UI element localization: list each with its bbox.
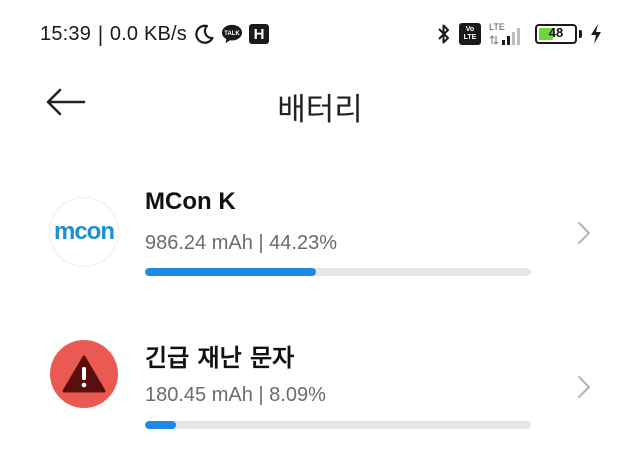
chevron-right-icon [578, 376, 590, 398]
signal-icon: LTE [489, 22, 527, 46]
network-speed: 0.0 KB/s [109, 22, 188, 45]
usage-bar-track [145, 421, 531, 429]
mcon-logo-text: mcon [53, 218, 115, 245]
app-name: MCon K [145, 188, 236, 215]
h-icon: H [249, 24, 270, 44]
app-usage-row-emergency-alerts[interactable]: 긴급 재난 문자 180.45 mAh | 8.09% [0, 320, 640, 450]
talk-icon: TALK [221, 24, 243, 44]
warning-triangle-icon [62, 355, 106, 393]
battery-cap [579, 30, 582, 38]
status-bar: 15:39 | 0.0 KB/s TALK H Vo LTE LTE 48 [0, 0, 640, 62]
battery-icon: 48 [535, 24, 577, 44]
page-title: 배터리 [277, 92, 363, 128]
app-usage-row-mcon[interactable]: mcon MCon K 986.24 mAh | 44.23% [0, 170, 640, 300]
status-right: Vo LTE LTE 48 [437, 22, 602, 46]
talk-badge-text: TALK [224, 31, 240, 37]
app-usage-text: 180.45 mAh | 8.09% [145, 384, 326, 406]
usage-bar-track [145, 268, 531, 276]
volte-line2: LTE [463, 34, 477, 41]
usage-bar-fill [145, 268, 316, 276]
usage-bar-fill [145, 421, 177, 429]
emergency-alert-app-icon [50, 340, 118, 408]
status-time: 15:39 [40, 22, 92, 45]
volte-icon: Vo LTE [459, 23, 481, 45]
mcon-app-icon: mcon [50, 198, 118, 266]
battery-percent: 48 [548, 25, 564, 40]
volte-line1: Vo [465, 26, 475, 33]
bluetooth-icon [437, 23, 451, 45]
app-header: 배터리 [0, 62, 640, 142]
app-name: 긴급 재난 문자 [145, 344, 295, 372]
moon-icon [193, 23, 215, 45]
status-separator: | [97, 22, 104, 46]
app-usage-text: 986.24 mAh | 44.23% [145, 232, 337, 254]
chevron-right-icon [578, 222, 590, 244]
status-left: 15:39 | 0.0 KB/s TALK H [40, 22, 270, 46]
charging-icon [590, 23, 602, 45]
